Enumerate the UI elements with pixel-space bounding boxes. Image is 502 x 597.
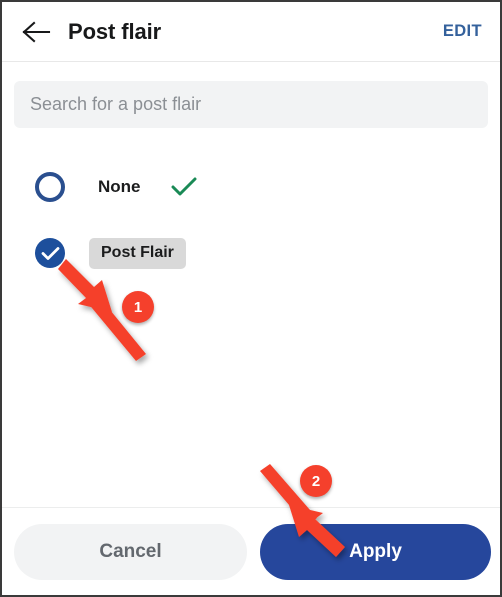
option-label-none: None xyxy=(98,177,141,196)
cancel-button[interactable]: Cancel xyxy=(14,524,247,580)
annotation-badge-1: 1 xyxy=(122,291,154,323)
arrow-left-icon xyxy=(21,19,51,45)
page-title: Post flair xyxy=(68,18,162,44)
apply-button[interactable]: Apply xyxy=(260,524,491,580)
post-flair-screen: Post flair EDIT None Post Flair xyxy=(0,0,502,597)
annotation-badge-2: 2 xyxy=(300,465,332,497)
radio-unselected-icon[interactable] xyxy=(35,172,65,202)
action-bar: Cancel Apply xyxy=(2,507,500,595)
app-header: Post flair EDIT xyxy=(2,2,500,62)
search-container xyxy=(2,63,500,128)
option-row-none[interactable]: None xyxy=(2,154,500,220)
option-row-post-flair[interactable]: Post Flair xyxy=(2,220,500,286)
edit-button[interactable]: EDIT xyxy=(443,22,482,41)
back-button[interactable] xyxy=(10,6,62,58)
flair-tag-post-flair: Post Flair xyxy=(89,237,186,269)
green-check-icon xyxy=(171,176,198,198)
flair-options-list: None Post Flair xyxy=(2,154,500,286)
search-input[interactable] xyxy=(14,81,488,128)
radio-selected-icon[interactable] xyxy=(35,238,65,268)
